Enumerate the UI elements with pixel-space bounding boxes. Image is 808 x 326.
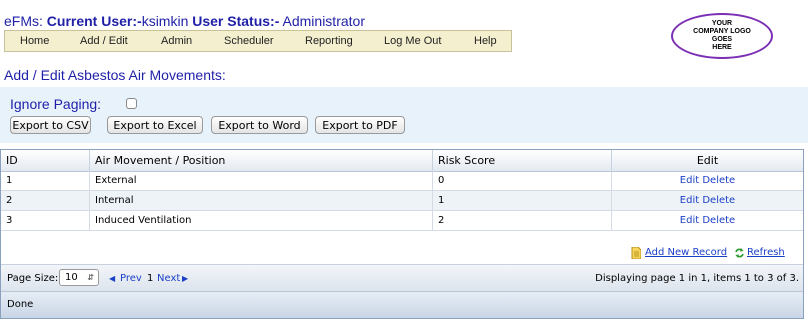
delete-link[interactable]: Delete	[702, 195, 735, 206]
cell-edit-actions: Edit Delete	[612, 191, 803, 211]
header-user-status: eFMs: Current User:-ksimkin User Status:…	[4, 13, 365, 29]
export-excel-button[interactable]: Export to Excel	[107, 116, 203, 134]
cell-risk-score: 2	[433, 211, 612, 231]
logo-line: GOES	[711, 36, 733, 43]
menu-item-scheduler[interactable]: Scheduler	[224, 35, 274, 47]
menu-item-help[interactable]: Help	[474, 35, 497, 47]
column-header-air-movement[interactable]: Air Movement / Position	[90, 150, 433, 171]
prev-arrow-icon[interactable]: ◀	[109, 274, 115, 283]
logo-line: COMPANY LOGO	[693, 28, 751, 35]
refresh-link[interactable]: Refresh	[747, 247, 785, 258]
company-logo: YOUR COMPANY LOGO GOES HERE	[671, 13, 773, 59]
edit-link[interactable]: Edit	[680, 215, 699, 226]
prev-page-link[interactable]: Prev	[120, 273, 142, 284]
current-user: ksimkin	[141, 13, 189, 29]
menu-item-reporting[interactable]: Reporting	[305, 35, 353, 47]
ignore-paging-checkbox[interactable]	[126, 98, 137, 109]
cell-risk-score: 1	[433, 191, 612, 211]
export-word-button[interactable]: Export to Word	[211, 116, 308, 134]
menu-item-admin[interactable]: Admin	[161, 35, 192, 47]
column-header-id[interactable]: ID	[1, 150, 90, 171]
logo-line: YOUR	[711, 20, 733, 27]
pager-bar: Page Size: 10 ⇵ ◀ Prev 1 Next ▶ Displayi…	[1, 265, 803, 292]
cell-air-movement: External	[90, 171, 433, 191]
page-size-value: 10	[65, 272, 78, 283]
status-bar: Done	[1, 292, 803, 318]
cell-id: 2	[1, 191, 90, 211]
status-text: Done	[7, 299, 34, 310]
page-title: Add / Edit Asbestos Air Movements:	[4, 67, 226, 83]
next-arrow-icon[interactable]: ▶	[182, 274, 188, 283]
delete-link[interactable]: Delete	[702, 215, 735, 226]
current-user-label: Current User:-	[46, 13, 142, 29]
cell-risk-score: 0	[433, 171, 612, 191]
cell-id: 1	[1, 171, 90, 191]
page-size-select[interactable]: 10 ⇵	[59, 269, 99, 286]
app-prefix: eFMs:	[4, 13, 47, 29]
edit-link[interactable]: Edit	[680, 175, 699, 186]
cell-air-movement: Induced Ventilation	[90, 211, 433, 231]
user-status: Administrator	[282, 13, 365, 29]
column-header-risk-score[interactable]: Risk Score	[433, 150, 612, 171]
export-pdf-button[interactable]: Export to PDF	[315, 116, 405, 134]
menu-item-add-edit[interactable]: Add / Edit	[80, 35, 128, 47]
page-info: Displaying page 1 in 1, items 1 to 3 of …	[595, 273, 799, 284]
main-menu: Home Add / Edit Admin Scheduler Reportin…	[4, 30, 512, 52]
refresh-icon[interactable]	[735, 248, 744, 258]
delete-link[interactable]: Delete	[702, 175, 735, 186]
add-new-record-link[interactable]: Add New Record	[645, 247, 727, 258]
table-row: 1 External 0 Edit Delete	[1, 171, 803, 191]
ignore-paging-label: Ignore Paging:	[10, 96, 102, 112]
add-record-icon[interactable]	[631, 247, 641, 259]
logo-line: HERE	[712, 44, 732, 51]
menu-item-home[interactable]: Home	[20, 35, 49, 47]
updown-arrows-icon: ⇵	[87, 273, 94, 282]
user-status-label: User Status:-	[192, 13, 280, 29]
edit-link[interactable]: Edit	[680, 195, 699, 206]
air-movements-grid: ID Air Movement / Position Risk Score Ed…	[0, 149, 804, 319]
cell-id: 3	[1, 211, 90, 231]
grid-header: ID Air Movement / Position Risk Score Ed…	[1, 150, 803, 172]
menu-item-log-me-out[interactable]: Log Me Out	[384, 35, 441, 47]
table-row: 2 Internal 1 Edit Delete	[1, 191, 803, 211]
export-panel: Ignore Paging: Export to CSV Export to E…	[0, 87, 808, 143]
cell-edit-actions: Edit Delete	[612, 211, 803, 231]
command-row: Add New Record Refresh	[1, 243, 803, 265]
page-size-label: Page Size:	[7, 273, 59, 284]
table-row: 3 Induced Ventilation 2 Edit Delete	[1, 211, 803, 231]
column-header-edit: Edit	[696, 154, 719, 167]
cell-air-movement: Internal	[90, 191, 433, 211]
current-page-number: 1	[147, 273, 154, 284]
export-csv-button[interactable]: Export to CSV	[10, 116, 91, 134]
next-page-link[interactable]: Next	[157, 273, 180, 284]
cell-edit-actions: Edit Delete	[612, 171, 803, 191]
